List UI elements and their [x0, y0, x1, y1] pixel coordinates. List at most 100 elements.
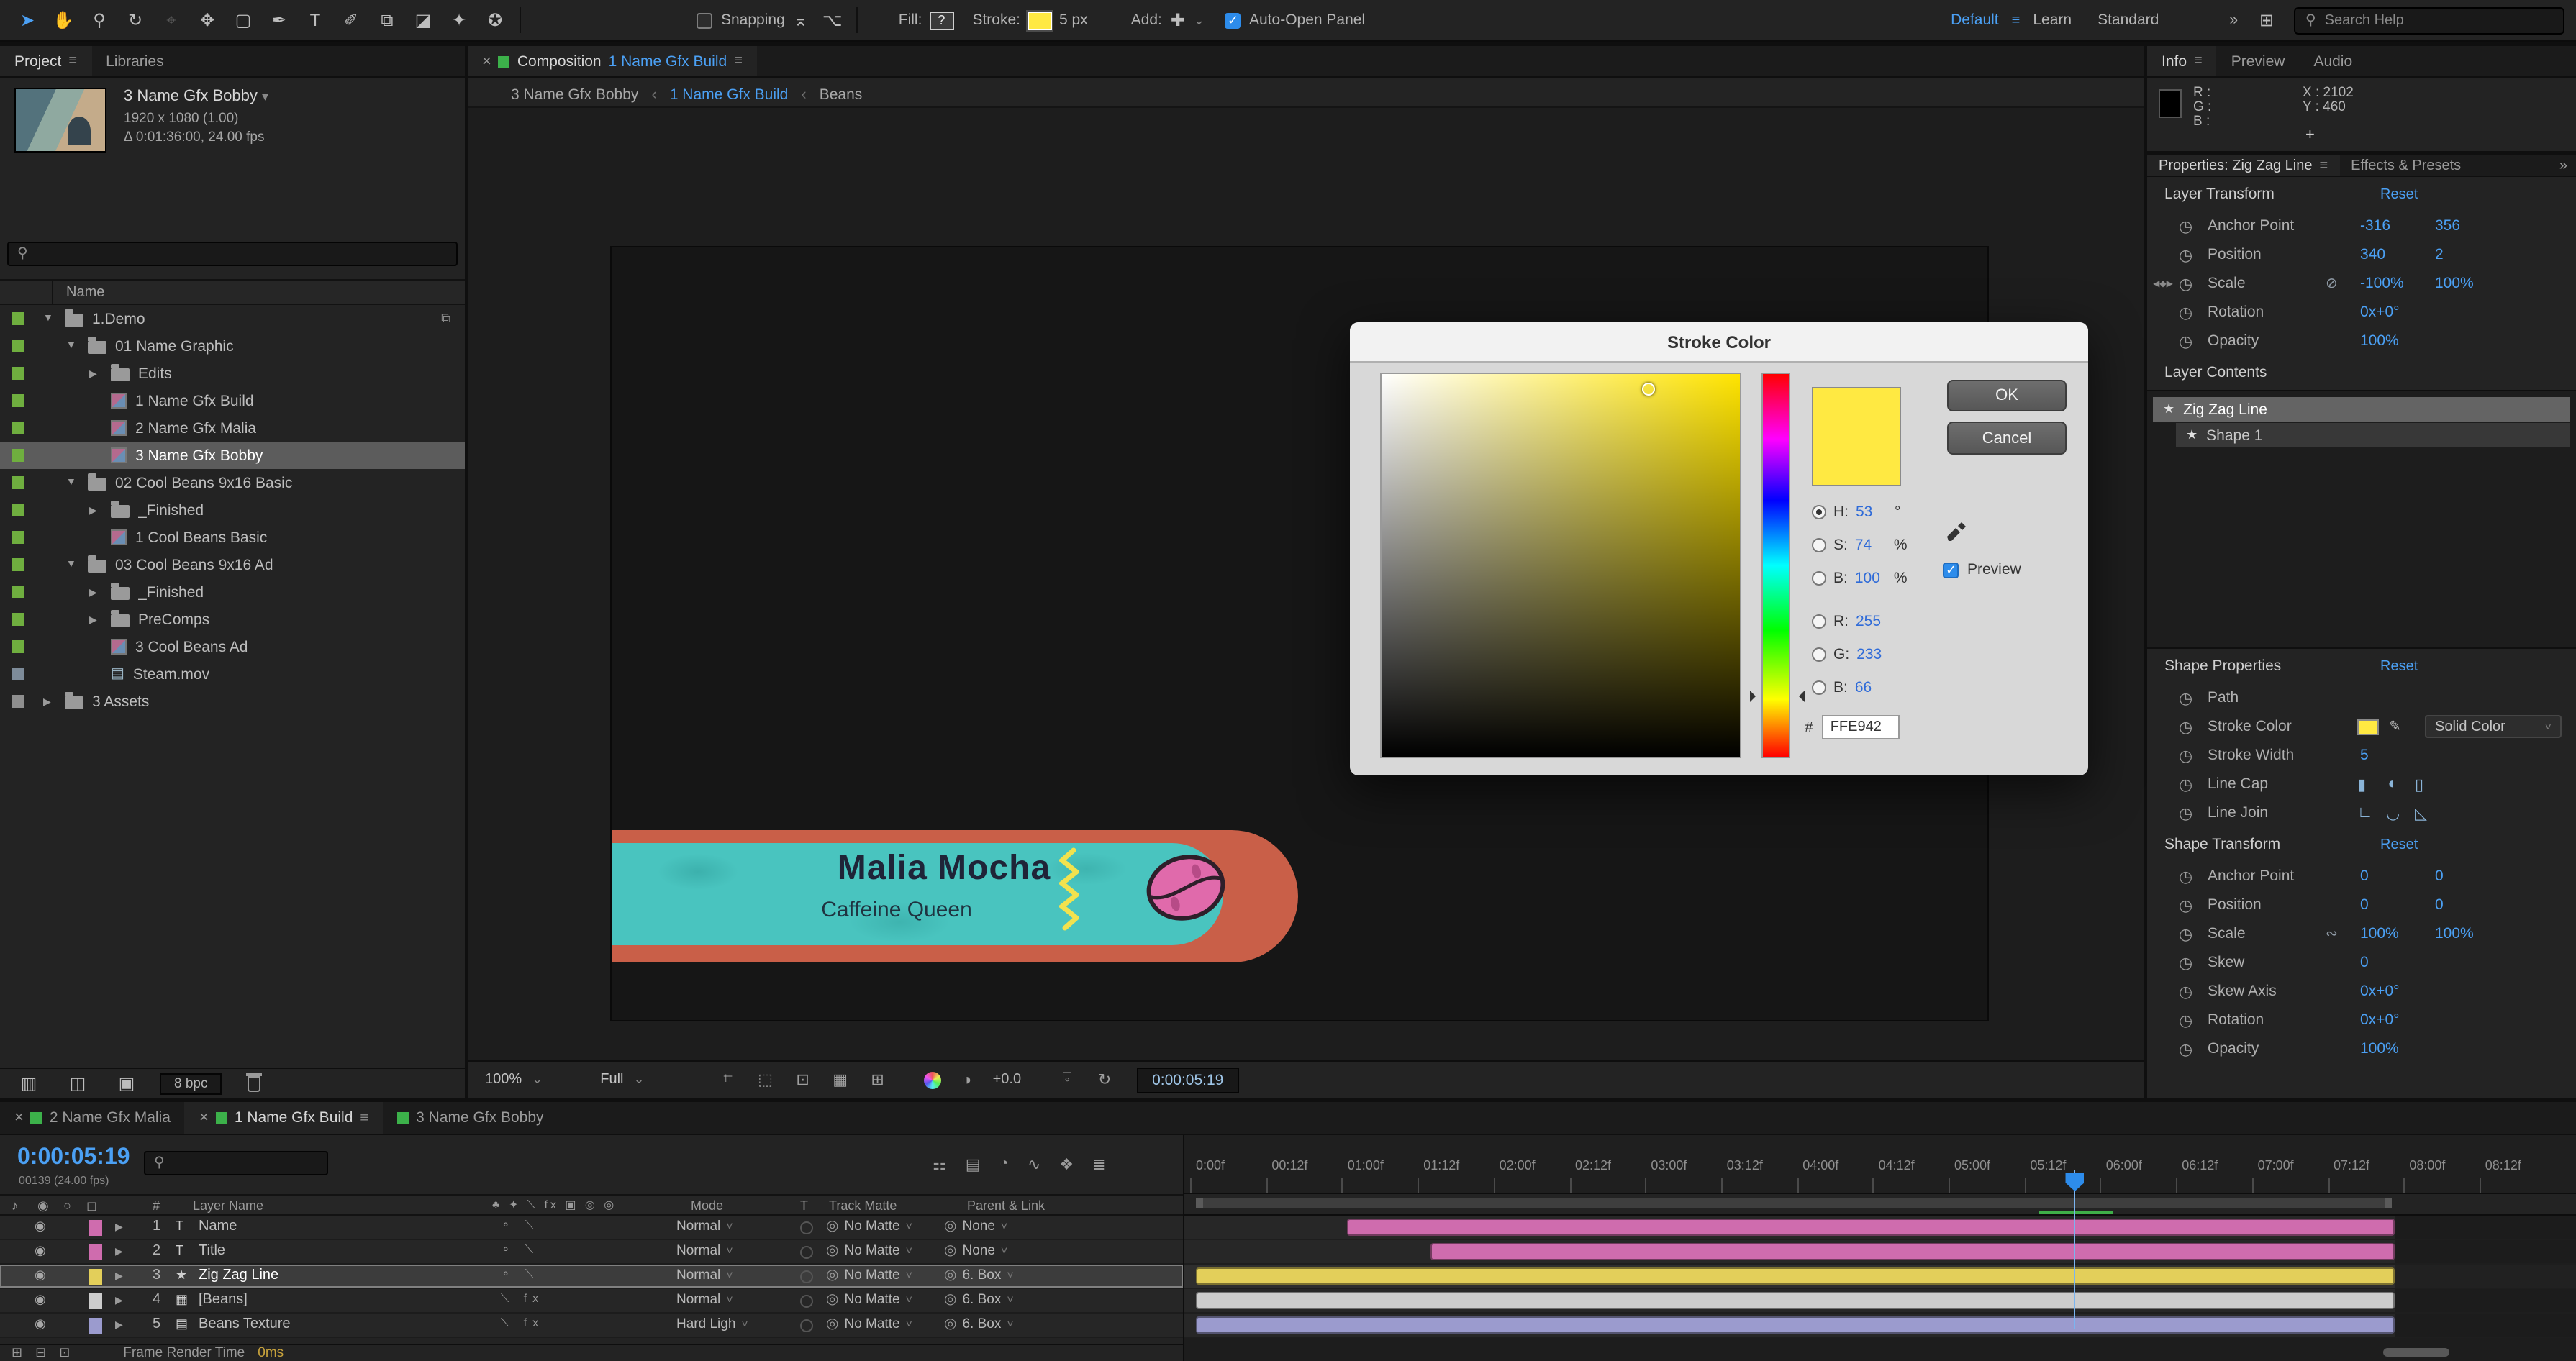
stroke-width-label[interactable]: 5 px [1059, 12, 1088, 29]
track-lane[interactable] [1184, 1216, 2576, 1240]
workspace-standard[interactable]: Standard [2097, 12, 2159, 29]
layer-row[interactable]: ◉▶4▦[Beans]⟍ fxNormal˅◎No Matte˅◎6. Box˅ [0, 1289, 1183, 1314]
layer-name-column-label[interactable]: Layer Name [193, 1198, 263, 1213]
property-label[interactable]: Line Join [2202, 804, 2268, 821]
disclosure-open-icon[interactable]: ▼ [43, 314, 65, 324]
visibility-eye-icon[interactable]: ◉ [35, 1267, 46, 1283]
keyframe-navigator[interactable]: ◀◆▶ [2147, 278, 2179, 288]
project-item[interactable]: ▼1.Demo⧉ [0, 305, 465, 332]
refresh-icon[interactable]: ↻ [1093, 1070, 1116, 1089]
workspace-bar-icon[interactable]: ⊞ [2251, 4, 2282, 36]
snapshot-camera-icon[interactable]: ⌻ [1056, 1070, 1079, 1089]
disclosure-open-icon[interactable]: ▼ [66, 560, 88, 570]
property-value[interactable]: 100% [2360, 925, 2399, 942]
viewer-timecode[interactable]: 0:00:05:19 [1136, 1067, 1239, 1093]
preserve-transparency-toggle[interactable] [800, 1295, 813, 1308]
project-item[interactable]: ▶_Finished [0, 496, 465, 524]
field-value[interactable]: 53 [1856, 504, 1887, 521]
breadcrumb-item-active[interactable]: 1 Name Gfx Build [670, 86, 789, 103]
video-column-icon[interactable]: ◉ [37, 1198, 49, 1214]
field-value[interactable]: 100 [1855, 570, 1887, 587]
layer-row[interactable]: ◉▶3★Zig Zag Line⚬ ⟍Normal˅◎No Matte˅◎6. … [0, 1265, 1183, 1289]
hue-marker-left-icon[interactable] [1750, 691, 1761, 702]
breadcrumb-item[interactable]: Beans [820, 86, 863, 103]
layer-duration-bar[interactable] [1196, 1292, 2394, 1309]
label-color-chip[interactable] [12, 449, 24, 462]
timeline-tab-bobby[interactable]: 3 Name Gfx Bobby [383, 1102, 558, 1134]
field-value[interactable]: 66 [1855, 679, 1887, 696]
timeline-ruler[interactable]: 0:00f00:12f01:00f01:12f02:00f02:12f03:00… [1184, 1135, 2576, 1194]
snapping-checkbox[interactable] [697, 12, 712, 28]
project-item[interactable]: 1 Cool Beans Basic [0, 524, 465, 551]
pen-tool-icon[interactable]: ✒ [263, 4, 295, 36]
property-value[interactable]: 356 [2435, 217, 2460, 235]
exposure-icon[interactable]: ◑ [956, 1071, 979, 1088]
shy-layers-icon[interactable]: ◔ [999, 1155, 1009, 1174]
layer-row[interactable]: ◉▶2TTitle⚬ ⟍Normal˅◎No Matte˅◎None˅ [0, 1240, 1183, 1265]
property-value[interactable]: 0x+0° [2360, 304, 2400, 321]
panel-overflow-icon[interactable]: » [2559, 158, 2567, 174]
snap-guides-icon[interactable]: ⌥ [817, 4, 848, 36]
parent-link-dropdown[interactable]: ◎None˅ [944, 1243, 1007, 1259]
stopwatch-icon[interactable]: ◷ [2179, 245, 2202, 264]
fill-swatch[interactable]: ? [929, 11, 953, 29]
motion-blur-icon[interactable]: ❖ [1059, 1155, 1074, 1174]
parent-link-dropdown[interactable]: ◎6. Box˅ [944, 1267, 1014, 1283]
visibility-eye-icon[interactable]: ◉ [35, 1243, 46, 1259]
draft-3d-icon[interactable]: ▤ [966, 1155, 981, 1174]
comp-flowchart-icon[interactable]: ⚏ [933, 1155, 947, 1174]
label-color-chip[interactable] [12, 367, 24, 380]
visibility-eye-icon[interactable]: ◉ [35, 1292, 46, 1308]
stopwatch-icon[interactable]: ◷ [2179, 982, 2202, 1001]
label-color-chip[interactable] [12, 394, 24, 407]
property-value[interactable]: -100% [2360, 275, 2404, 292]
bevel-join-icon[interactable]: ◺ [2415, 804, 2427, 822]
property-value[interactable]: 100% [2360, 1040, 2399, 1057]
fill-type-dropdown[interactable]: Solid Color˅ [2425, 715, 2562, 738]
parent-link-dropdown[interactable]: ◎None˅ [944, 1219, 1007, 1234]
layer-duration-bar[interactable] [1431, 1243, 2395, 1260]
label-color-chip[interactable] [12, 640, 24, 653]
tab-composition[interactable]: × Composition 1 Name Gfx Build ≡ [468, 46, 757, 76]
property-value[interactable]: -316 [2360, 217, 2390, 235]
interpret-footage-icon[interactable]: ▥ [13, 1068, 45, 1099]
stroke-swatch[interactable] [1028, 11, 1052, 29]
blend-mode-dropdown[interactable]: Normal˅ [676, 1292, 733, 1308]
shape-tool-icon[interactable]: ▢ [227, 4, 259, 36]
property-label[interactable]: Skew Axis [2202, 983, 2277, 1000]
label-color-chip[interactable] [12, 586, 24, 598]
stroke-color-swatch[interactable] [2357, 719, 2379, 734]
panel-menu-icon[interactable]: ≡ [2194, 53, 2203, 69]
property-value[interactable]: 0x+0° [2360, 1011, 2400, 1029]
stopwatch-icon[interactable]: ◷ [2179, 1039, 2202, 1058]
track-matte-dropdown[interactable]: ◎No Matte˅ [826, 1219, 912, 1234]
parent-link-column-label[interactable]: Parent & Link [967, 1198, 1045, 1213]
visibility-eye-icon[interactable]: ◉ [35, 1219, 46, 1234]
butt-cap-icon[interactable]: ▮ [2357, 775, 2366, 793]
new-folder-icon[interactable]: ◫ [62, 1068, 94, 1099]
stopwatch-icon[interactable]: ◷ [2179, 217, 2202, 235]
tab-info[interactable]: Info ≡ [2147, 46, 2217, 76]
disclosure-closed-icon[interactable]: ▶ [89, 614, 111, 625]
property-value[interactable]: 2 [2435, 246, 2444, 263]
auto-open-panel-checkbox[interactable] [1225, 12, 1241, 28]
work-area-bar[interactable] [1196, 1198, 2392, 1208]
fill-label[interactable]: Fill: [899, 12, 922, 29]
stopwatch-icon[interactable]: ◷ [2179, 746, 2202, 765]
pen-icon[interactable]: ✎ [2389, 719, 2401, 734]
miter-join-icon[interactable]: ∟ [2357, 804, 2373, 821]
layer-switches[interactable]: ⟍ fx [501, 1316, 544, 1331]
stopwatch-icon[interactable]: ◷ [2179, 717, 2202, 736]
blend-mode-dropdown[interactable]: Normal˅ [676, 1267, 733, 1283]
label-color-chip[interactable] [12, 476, 24, 489]
track-matte-dropdown[interactable]: ◎No Matte˅ [826, 1267, 912, 1283]
zoom-tool-icon[interactable]: ⚲ [83, 4, 115, 36]
workspace-learn[interactable]: Learn [2033, 12, 2072, 29]
brush-tool-icon[interactable]: ✐ [335, 4, 367, 36]
type-tool-icon[interactable]: T [299, 4, 331, 36]
stopwatch-icon[interactable]: ◷ [2179, 303, 2202, 322]
switches-column-icons[interactable]: ♣ ✦ ⟍ fx ▣ ◎ ◎ [492, 1198, 617, 1213]
layer-name[interactable]: Title [199, 1243, 225, 1259]
chevron-down-icon[interactable]: ⌄ [1194, 12, 1205, 28]
panel-menu-icon[interactable]: ≡ [2319, 158, 2328, 173]
